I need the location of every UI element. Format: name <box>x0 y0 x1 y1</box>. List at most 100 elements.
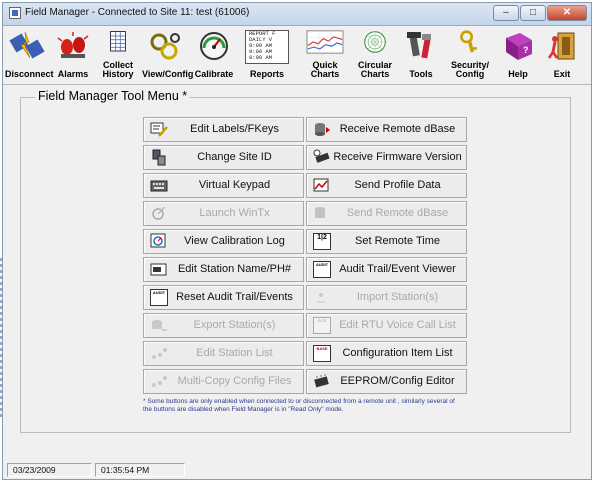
toolbar-help-button[interactable]: ? Help <box>498 28 538 80</box>
change-site-icon <box>152 149 166 166</box>
send-profile-data-button[interactable]: Send Profile Data <box>306 173 467 198</box>
plug-disconnect-icon <box>9 31 45 59</box>
report-line: 9:00 AM <box>249 54 273 61</box>
calibration-log-icon <box>150 233 166 248</box>
button-label: Receive Remote dBase <box>339 123 456 135</box>
button-label: Edit Labels/FKeys <box>190 123 279 135</box>
toolbar-security-config-button[interactable]: Security/ Config <box>445 28 495 80</box>
reset-audit-trail-button[interactable]: AUDIT Reset Audit Trail/Events <box>143 285 304 310</box>
edit-station-name-button[interactable]: Edit Station Name/PH# <box>143 257 304 282</box>
receive-db-icon <box>315 123 330 136</box>
button-label: Configuration Item List <box>342 347 453 359</box>
tool-menu-title: Field Manager Tool Menu * <box>35 89 191 103</box>
toolbar-calibrate-button[interactable]: Calibrate <box>191 28 237 80</box>
toolbar-label-line2: Config <box>455 69 485 79</box>
circular-chart-icon <box>364 31 386 53</box>
eeprom-icon <box>314 374 329 388</box>
tools-icon <box>407 32 431 59</box>
main-toolbar: Disconnect Alarms Collect History View/C… <box>3 26 591 85</box>
key-icon <box>460 30 477 53</box>
export-station-icon <box>152 320 167 331</box>
keypad-icon <box>150 180 168 192</box>
button-label: Audit Trail/Event Viewer <box>339 263 456 275</box>
button-label: View Calibration Log <box>184 235 285 247</box>
svg-text:?: ? <box>523 45 529 55</box>
send-remote-dbase-button[interactable]: Send Remote dBase <box>306 201 467 226</box>
toolbar-label: Calibrate <box>194 69 234 79</box>
export-stations-button[interactable]: Export Station(s) <box>143 313 304 338</box>
button-label: Send Profile Data <box>354 179 441 191</box>
button-label: Edit Station List <box>196 347 273 359</box>
button-label: Import Station(s) <box>356 291 439 303</box>
set-remote-time-button[interactable]: 1|2 Set Remote Time <box>306 229 467 254</box>
edit-station-list-button[interactable]: Edit Station List <box>143 341 304 366</box>
station-name-icon <box>150 263 167 276</box>
toolbar-collect-history-button[interactable]: Collect History <box>98 28 138 80</box>
toolbar-label: Alarms <box>57 69 89 79</box>
minimize-button[interactable]: – <box>493 5 519 21</box>
toolbar-view-config-button[interactable]: View/Config <box>142 28 194 80</box>
import-stations-button[interactable]: Import Station(s) <box>306 285 467 310</box>
status-time: 01:35:54 PM <box>95 463 185 477</box>
firmware-chip-icon <box>313 149 330 163</box>
station-list-icon <box>152 348 167 359</box>
toolbar-label-line2: History <box>102 69 134 79</box>
edit-rtu-voice-call-list-button[interactable]: SCR Edit RTU Voice Call List <box>306 313 467 338</box>
menu-footnote: * Some buttons are only enabled when con… <box>143 398 455 413</box>
view-calibration-log-button[interactable]: View Calibration Log <box>143 229 304 254</box>
toolbar-circular-charts-button[interactable]: Circular Charts <box>351 28 399 80</box>
line-chart-icon <box>306 30 344 54</box>
toolbar-quick-charts-button[interactable]: Quick Charts <box>299 28 351 80</box>
label-edit-icon <box>150 122 168 137</box>
exit-door-icon <box>547 32 575 60</box>
status-date: 03/23/2009 <box>7 463 92 477</box>
view-config-icon <box>150 33 180 60</box>
audit-reset-icon: AUDIT <box>150 289 168 306</box>
close-button[interactable]: ✕ <box>547 5 587 21</box>
button-label: Receive Firmware Version <box>333 151 462 163</box>
change-site-id-button[interactable]: Change Site ID <box>143 145 304 170</box>
toolbar-tools-button[interactable]: Tools <box>401 28 441 80</box>
button-label: Multi-Copy Config Files <box>177 375 292 387</box>
toolbar-label: View/Config <box>142 69 194 79</box>
multi-copy-config-files-button[interactable]: Multi-Copy Config Files <box>143 369 304 394</box>
toolbar-label-line2: Charts <box>310 69 340 79</box>
audit-viewer-icon: AUDIT <box>313 261 331 278</box>
report-page-icon: REPORT F DAILY V 9:00 AM 9:00 AM 9:00 AM <box>245 30 289 64</box>
satellite-icon <box>152 206 166 220</box>
app-icon <box>9 7 21 19</box>
button-label: Set Remote Time <box>355 235 440 247</box>
title-bar[interactable]: Field Manager - Connected to Site 11: te… <box>3 3 591 26</box>
button-label: Edit RTU Voice Call List <box>339 319 456 331</box>
virtual-keypad-button[interactable]: Virtual Keypad <box>143 173 304 198</box>
eeprom-config-editor-button[interactable]: EEPROM/Config Editor <box>306 369 467 394</box>
toolbar-label-line2: Charts <box>360 69 390 79</box>
toolbar-disconnect-button[interactable]: Disconnect <box>5 28 54 80</box>
receive-remote-dbase-button[interactable]: Receive Remote dBase <box>306 117 467 142</box>
configuration-item-list-button[interactable]: BASE Configuration Item List <box>306 341 467 366</box>
launch-wintx-button[interactable]: Launch WinTx <box>143 201 304 226</box>
toolbar-label: Reports <box>249 69 284 79</box>
send-profile-icon <box>313 178 329 192</box>
alarm-lights-icon <box>57 32 89 58</box>
receive-firmware-version-button[interactable]: Receive Firmware Version <box>306 145 467 170</box>
help-book-icon: ? <box>506 33 532 60</box>
button-label: Change Site ID <box>197 151 272 163</box>
button-label: Reset Audit Trail/Events <box>176 291 293 303</box>
voice-call-list-icon: SCR <box>313 317 331 334</box>
toolbar-alarms-button[interactable]: Alarms <box>53 28 93 80</box>
toolbar-label: Disconnect <box>5 69 54 79</box>
button-label: Export Station(s) <box>193 319 276 331</box>
toolbar-label: Help <box>508 69 528 79</box>
edit-labels-fkeys-button[interactable]: Edit Labels/FKeys <box>143 117 304 142</box>
toolbar-exit-button[interactable]: Exit <box>542 28 582 80</box>
button-label: Virtual Keypad <box>198 179 271 191</box>
button-label: Launch WinTx <box>199 207 270 219</box>
audit-trail-event-viewer-button[interactable]: AUDIT Audit Trail/Event Viewer <box>306 257 467 282</box>
maximize-button[interactable]: □ <box>520 5 546 21</box>
toolbar-label: Exit <box>553 69 571 79</box>
import-station-icon <box>317 293 325 303</box>
toolbar-label: Tools <box>409 69 433 79</box>
button-label: Edit Station Name/PH# <box>177 263 292 275</box>
toolbar-reports-button[interactable]: REPORT F DAILY V 9:00 AM 9:00 AM 9:00 AM… <box>241 28 293 80</box>
